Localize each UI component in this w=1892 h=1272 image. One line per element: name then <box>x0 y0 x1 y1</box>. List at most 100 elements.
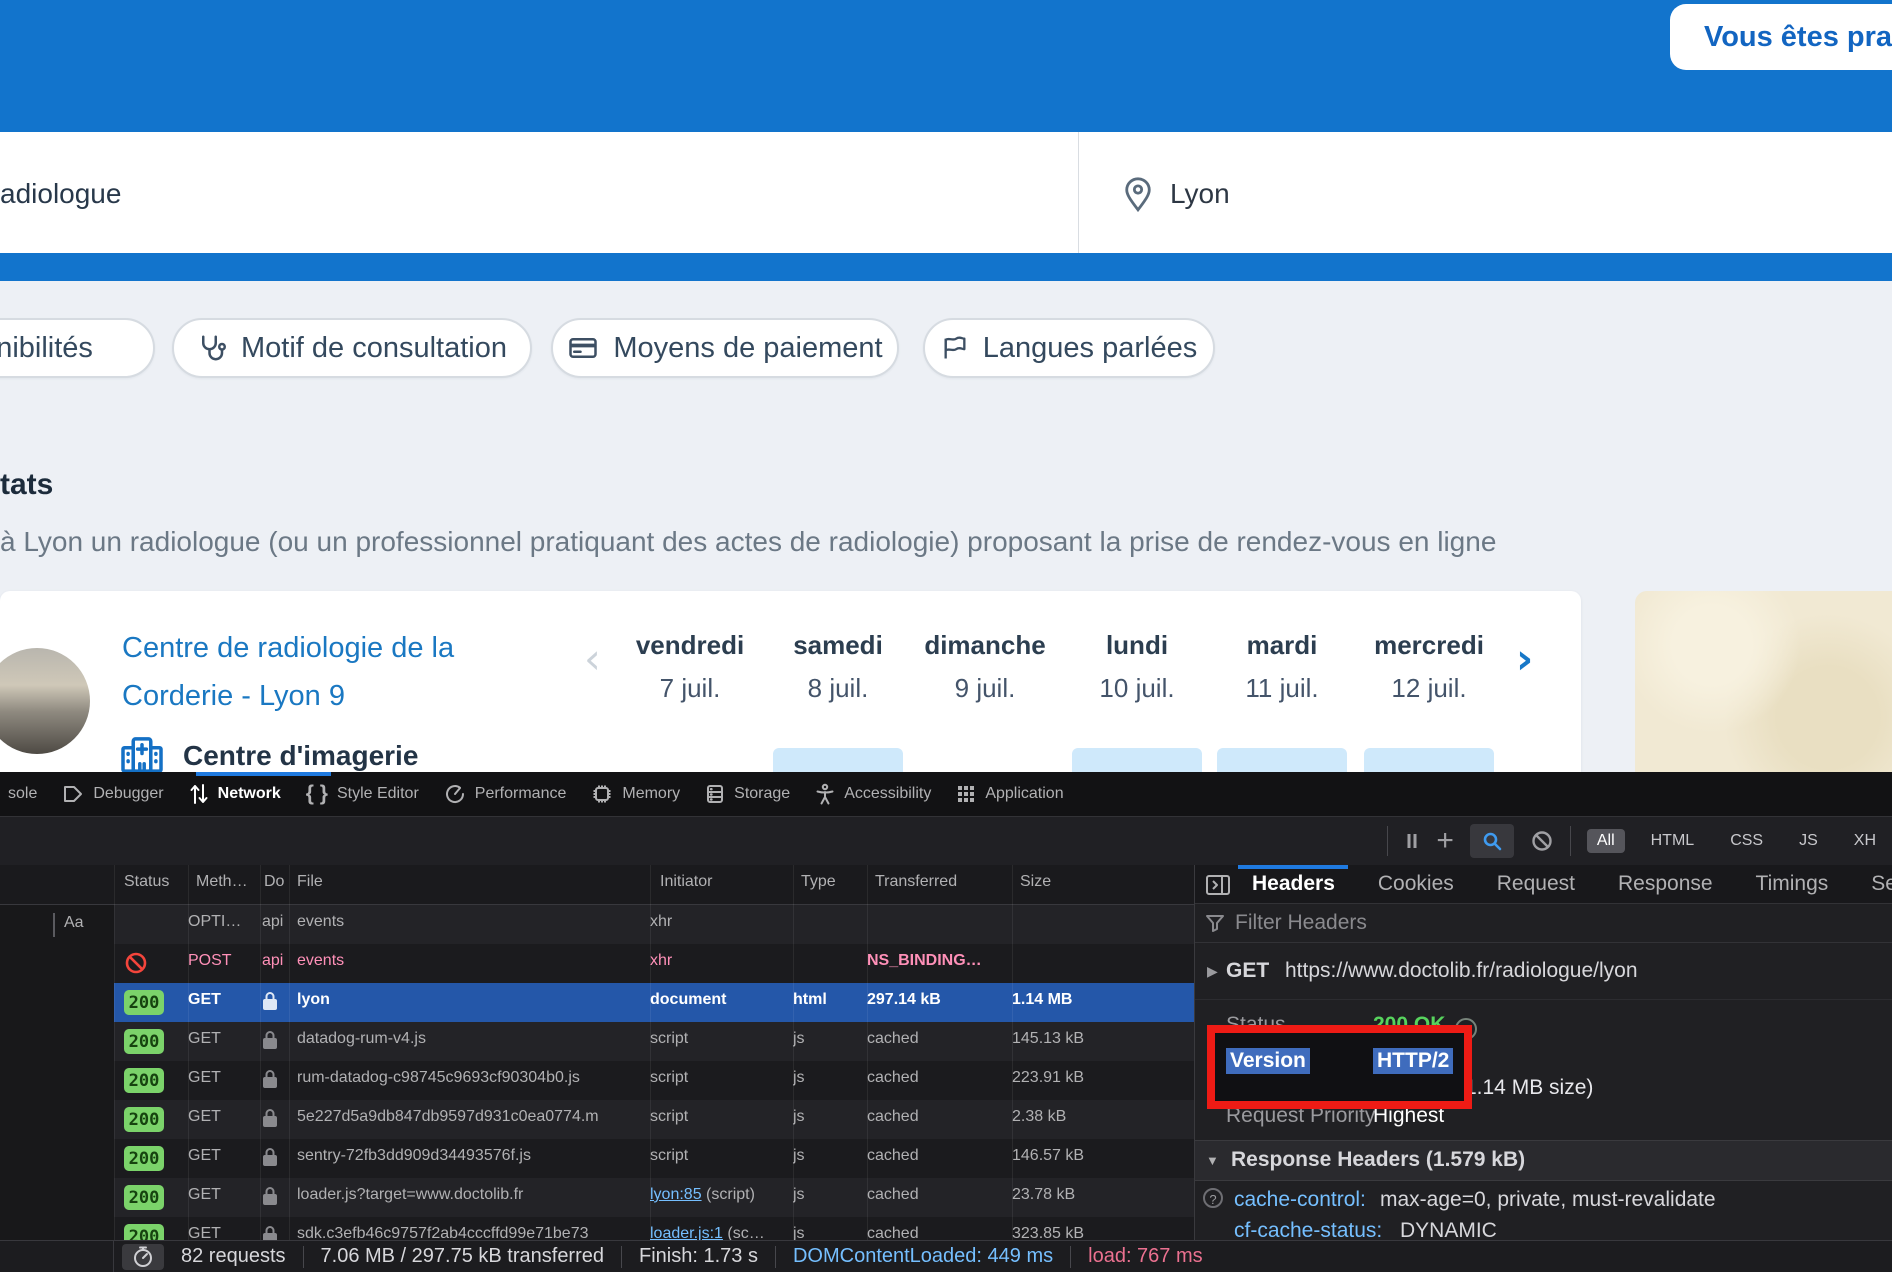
table-row[interactable]: OPTI… api events xhr <box>114 905 1194 944</box>
header-help-icon[interactable]: ? <box>1203 1188 1223 1208</box>
practice-name-line2[interactable]: Corderie - Lyon 9 <box>122 680 345 713</box>
header-value: DYNAMIC <box>1400 1219 1497 1240</box>
filter-xhr[interactable]: XH <box>1844 829 1886 853</box>
expand-panel-icon[interactable] <box>1205 874 1231 896</box>
block-icon[interactable] <box>1530 829 1554 853</box>
tab-timings[interactable]: Timings <box>1756 872 1829 896</box>
col-status[interactable]: Status <box>124 873 169 891</box>
column-divider <box>793 865 794 1240</box>
panel-divider <box>1194 865 1195 1240</box>
tab-request[interactable]: Request <box>1497 872 1575 896</box>
column-divider <box>260 865 261 1240</box>
request-blocking-sidebar <box>0 865 114 1240</box>
lock-icon <box>262 1147 290 1167</box>
tab-style-editor[interactable]: { } Style Editor <box>300 782 425 806</box>
tab-application[interactable]: Application <box>950 784 1069 804</box>
tab-security[interactable]: Security <box>1871 872 1892 896</box>
status-badge: 200 <box>124 990 164 1015</box>
flag-icon <box>941 333 969 363</box>
throttling-icon[interactable] <box>122 1244 164 1270</box>
availability-slot[interactable] <box>1364 748 1494 772</box>
tab-console[interactable]: sole <box>2 785 43 803</box>
filter-availability[interactable]: Disponibilités <box>0 318 155 378</box>
filter-languages[interactable]: Langues parlées <box>923 318 1215 378</box>
col-initiator[interactable]: Initiator <box>660 873 712 891</box>
availability-slot[interactable] <box>1217 748 1347 772</box>
availability-slot[interactable] <box>1072 748 1202 772</box>
filter-js[interactable]: JS <box>1789 829 1828 853</box>
size-note: (1.14 MB size) <box>1458 1076 1593 1100</box>
filter-html[interactable]: HTML <box>1641 829 1705 853</box>
table-row[interactable]: 200 GET datadog-rum-v4.js script js cach… <box>114 1022 1194 1061</box>
storage-icon <box>705 783 725 805</box>
header-name[interactable]: cache-control: <box>1234 1188 1366 1212</box>
location-search-input[interactable]: Lyon <box>1170 178 1230 210</box>
status-badge: 200 <box>124 1224 164 1240</box>
availability-slot[interactable] <box>773 748 903 772</box>
tab-cookies[interactable]: Cookies <box>1378 872 1454 896</box>
table-row[interactable]: 200 GET sentry-72fb3dd909d34493576f.js s… <box>114 1139 1194 1178</box>
braces-icon: { } <box>306 782 328 806</box>
table-row[interactable]: POST api events xhr NS_BINDING… <box>114 944 1194 983</box>
tab-performance[interactable]: Performance <box>438 783 573 805</box>
initiator-link[interactable]: loader.js:1 <box>650 1225 723 1240</box>
response-headers-section[interactable]: ▼ Response Headers (1.579 kB) <box>1195 1140 1892 1181</box>
practice-name-line1[interactable]: Centre de radiologie de la <box>122 632 454 665</box>
calendar-day: lundi10 juil. <box>1072 630 1202 704</box>
col-method[interactable]: Meth… <box>196 873 248 891</box>
filter-all[interactable]: All <box>1587 829 1625 853</box>
table-row[interactable]: 200 GET loader.js?target=www.doctolib.fr… <box>114 1178 1194 1217</box>
table-row[interactable]: 200 GET 5e227d5a9db847db9597d931c0ea0774… <box>114 1100 1194 1139</box>
calendar-next-icon[interactable]: › <box>1516 642 1533 676</box>
specialty-search-input[interactable]: adiologue <box>0 178 121 210</box>
details-tabbar: Headers Cookies Request Response Timings… <box>1195 865 1892 904</box>
map-preview[interactable] <box>1635 591 1892 772</box>
col-transferred[interactable]: Transferred <box>875 873 957 891</box>
col-domain[interactable]: Do <box>264 873 288 891</box>
request-details-panel: Headers Cookies Request Response Timings… <box>1195 865 1892 1240</box>
tab-response[interactable]: Response <box>1618 872 1713 896</box>
col-type[interactable]: Type <box>801 873 836 891</box>
expand-icon[interactable]: ▶ <box>1207 963 1218 980</box>
filter-availability-label: Disponibilités <box>0 332 93 365</box>
pause-icon[interactable] <box>1404 831 1420 851</box>
column-divider <box>867 865 868 1240</box>
table-row[interactable]: 200 GET rum-datadog-c98745c9693cf90304b0… <box>114 1061 1194 1100</box>
practitioner-button[interactable]: Vous êtes prati <box>1670 4 1892 70</box>
version-value: HTTP/2 <box>1373 1048 1453 1074</box>
filter-headers-input[interactable]: Filter Headers <box>1195 904 1892 943</box>
debugger-icon <box>62 783 84 805</box>
results-heading: tats <box>0 468 53 502</box>
status-badge: 200 <box>124 1068 164 1093</box>
calendar-prev-icon[interactable]: ‹ <box>584 642 601 676</box>
calendar-day: dimanche9 juil. <box>920 630 1050 704</box>
filter-css[interactable]: CSS <box>1720 829 1773 853</box>
initiator-link[interactable]: lyon:85 <box>650 1186 702 1203</box>
calendar-day: mardi11 juil. <box>1217 630 1347 704</box>
col-file[interactable]: File <box>297 873 323 891</box>
request-url-row[interactable]: ▶ GET https://www.doctolib.fr/radiologue… <box>1195 943 1892 1000</box>
search-icon[interactable] <box>1470 824 1514 858</box>
tab-accessibility[interactable]: Accessibility <box>809 783 937 805</box>
domcontentloaded-time: DOMContentLoaded: 449 ms <box>776 1245 1070 1268</box>
tab-storage[interactable]: Storage <box>699 783 796 805</box>
blocking-case-toggle[interactable]: Aa <box>64 914 84 932</box>
table-row-selected[interactable]: 200 GET lyon document html 297.14 kB 1.1… <box>114 983 1194 1022</box>
tab-network[interactable]: Network <box>183 783 287 805</box>
header-item: cf-cache-status: DYNAMIC <box>1195 1216 1892 1240</box>
new-request-icon[interactable]: + <box>1436 824 1454 858</box>
col-size[interactable]: Size <box>1020 873 1051 891</box>
search-divider <box>1078 132 1079 253</box>
practitioner-button-label: Vous êtes prati <box>1704 21 1892 54</box>
header-name[interactable]: cf-cache-status: <box>1234 1219 1382 1240</box>
table-row[interactable]: 200 GET sdk.c3efb46c9757f2ab4cccffd99e71… <box>114 1217 1194 1240</box>
filter-consultation-reason[interactable]: Motif de consultation <box>172 318 532 378</box>
tab-debugger[interactable]: Debugger <box>56 783 169 805</box>
filter-payment-methods[interactable]: Moyens de paiement <box>551 318 899 378</box>
tab-memory[interactable]: Memory <box>585 783 686 805</box>
tab-headers[interactable]: Headers <box>1252 872 1335 896</box>
memory-icon <box>591 783 613 805</box>
results-subtitle: à Lyon un radiologue (ou un professionne… <box>0 526 1496 558</box>
lock-icon <box>262 1186 290 1206</box>
status-badge: 200 <box>124 1146 164 1171</box>
